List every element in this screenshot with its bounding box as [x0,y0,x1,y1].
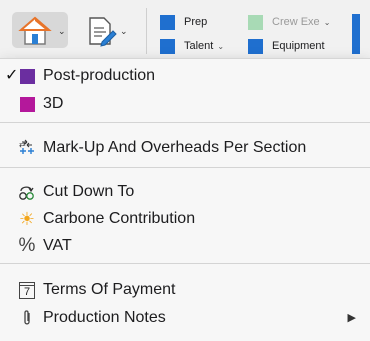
menu-separator [0,263,370,264]
legend-swatch [248,14,263,30]
svg-text:⇄: ⇄ [19,140,26,149]
document-edit-icon [84,14,118,53]
menu-item-label: Post-production [43,67,156,84]
chevron-down-icon: ⌄ [58,26,66,36]
document-menu-button[interactable]: ⌄ [80,12,136,48]
menu-item-label: 3D [43,95,64,112]
percent-icon: % [18,235,36,256]
menu-item-label: Carbone Contribution [43,210,196,227]
chevron-down-icon: ⌄ [323,17,331,27]
toolbar-divider [146,8,147,54]
home-menu-button[interactable]: ⌄ [12,12,68,48]
checkmark-icon: ✓ [5,67,19,84]
menu-item-label: Mark-Up And Overheads Per Section [43,139,307,156]
menu-item-terms-of-payment[interactable]: 7 Terms Of Payment [0,277,370,303]
submenu-arrow-icon: ▶ [347,312,356,324]
purple-swatch-icon [18,67,36,85]
legend-swatch [248,38,263,54]
calendar-day: 7 [23,285,31,298]
toolbar: ⌄ ⌄ Prep Crew Exe ⌄ Talent ⌄ Equipment [0,0,370,61]
sun-icon: ☀ [18,210,36,228]
legend-label: Prep [184,16,208,28]
legend-label: Crew Exe [272,16,320,28]
legend-swatch [160,14,175,30]
sun-glyph: ☀ [18,209,36,229]
magenta-swatch-icon [18,95,36,113]
legend-label: Equipment [272,40,325,52]
menu-item-label: Cut Down To [43,183,135,200]
home-icon [18,15,52,52]
legend-item-prep[interactable]: Prep [160,14,207,30]
menu-item-production-notes[interactable]: Production Notes ▶ [0,305,370,331]
menu-item-carbone-contribution[interactable]: ☀ Carbone Contribution [0,206,370,232]
menu-separator [0,167,370,168]
chevron-down-icon: ⌄ [120,26,128,36]
menu-item-post-production[interactable]: ✓ Post-production [0,63,370,89]
menu-separator [0,122,370,123]
legend-item-equipment[interactable]: Equipment [248,38,325,54]
legend-swatch-partial [352,14,360,54]
legend-item-talent[interactable]: Talent ⌄ [160,38,224,54]
menu-item-label: Production Notes [43,309,166,326]
menu-item-label: VAT [43,237,72,254]
legend-swatch [160,38,175,54]
menu-item-cut-down-to[interactable]: Cut Down To [0,179,370,205]
calendar-icon: 7 [18,281,36,299]
paperclip-icon [18,309,36,327]
menu-item-label: Terms Of Payment [43,281,176,298]
chevron-down-icon: ⌄ [217,41,225,51]
legend-label: Talent [184,40,214,52]
percent-glyph: % [18,235,36,256]
menu-item-3d[interactable]: 3D [0,91,370,117]
markup-icon: ⇄ [18,139,36,157]
legend-item-crew-exe[interactable]: Crew Exe ⌄ [248,14,330,30]
menu-item-markup-overheads[interactable]: ⇄ Mark-Up And Overheads Per Section [0,135,370,161]
dropdown-menu: ✓ Post-production 3D ⇄ Mark-Up And Overh… [0,58,370,341]
menu-item-vat[interactable]: % VAT [0,233,370,259]
cut-down-icon [18,183,36,201]
